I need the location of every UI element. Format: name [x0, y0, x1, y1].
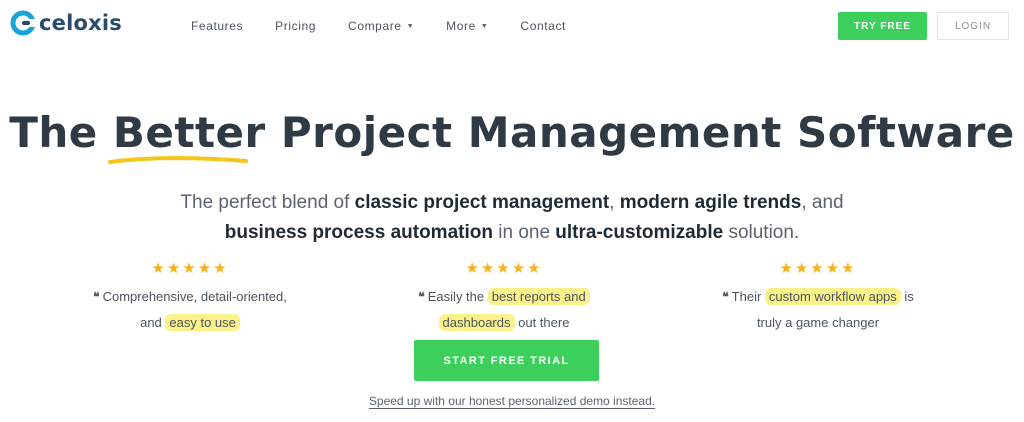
nav-item-label: Features — [191, 19, 244, 33]
star-rating-icon: ★★★★★ — [151, 260, 229, 277]
nav-item-label: Contact — [520, 19, 566, 33]
review-line: ❝ Comprehensive, detail-oriented, — [70, 284, 310, 310]
star-rating-icon: ★★★★★ — [779, 260, 857, 277]
quote-icon: ❝ — [722, 290, 729, 304]
brand-name: celoxis — [39, 11, 122, 35]
celoxis-logo[interactable]: celoxis — [10, 10, 122, 36]
review-text: Their — [731, 289, 765, 304]
review-text: and — [140, 315, 166, 330]
try-free-button[interactable]: TRY FREE — [838, 12, 927, 40]
page-title: The Better Project Management Software — [0, 108, 1024, 164]
review-text: is — [900, 289, 914, 304]
review-card: ★★★★★ ❝ Easily the best reports and dashboa… — [384, 260, 624, 335]
review-text: truly a game changer — [756, 315, 880, 330]
subtitle-line-1: The perfect blend of classic project man… — [0, 188, 1024, 218]
review-line: dashboards out there — [384, 310, 624, 335]
review-text: Comprehensive, detail-oriented, — [102, 289, 287, 304]
nav-item-pricing[interactable]: Pricing — [275, 19, 316, 33]
chevron-down-icon: ▼ — [406, 22, 415, 30]
review-line: truly a game changer — [698, 310, 938, 335]
review-card: ★★★★★ ❝ Their custom workflow apps is truly… — [698, 260, 938, 335]
start-free-trial-button[interactable]: START FREE TRIAL — [414, 340, 599, 381]
celoxis-logo-icon — [10, 10, 36, 36]
nav-item-contact[interactable]: Contact — [520, 19, 566, 33]
hero-subtitle: The perfect blend of classic project man… — [0, 188, 1024, 248]
chevron-down-icon: ▼ — [480, 22, 489, 30]
quote-icon: ❝ — [93, 290, 100, 304]
star-rating-icon: ★★★★★ — [465, 260, 543, 277]
title-emphasis: Better — [107, 108, 266, 164]
nav-item-label: Pricing — [275, 19, 317, 33]
login-button[interactable]: LOGIN — [937, 12, 1009, 40]
review-highlight: custom workflow apps — [764, 288, 901, 305]
title-emphasis-text: Better — [112, 108, 266, 157]
subtitle-bold: modern agile trends — [619, 192, 802, 213]
title-prefix: The — [9, 108, 113, 157]
title-suffix: Project Management Software — [265, 108, 1015, 157]
subtitle-bold: ultra-customizable — [555, 222, 724, 243]
nav-item-more[interactable]: More ▼ — [446, 19, 488, 33]
subtitle-line-2: business process automation in one ultra… — [0, 218, 1024, 248]
subtitle-text: solution. — [723, 222, 800, 243]
review-text: out there — [514, 315, 570, 330]
subtitle-text: , and — [801, 192, 844, 213]
review-highlight: dashboards — [438, 314, 515, 331]
subtitle-bold: business process automation — [224, 222, 493, 243]
subtitle-bold: classic project management — [354, 192, 610, 213]
subtitle-text: , — [609, 192, 620, 213]
review-text: Easily the — [427, 289, 488, 304]
personalized-demo-link[interactable]: Speed up with our honest personalized de… — [369, 394, 655, 408]
squiggle-underline-icon — [107, 156, 248, 164]
review-card: ★★★★★ ❝ Comprehensive, detail-oriented, and… — [70, 260, 310, 335]
main-menu: Features Pricing Compare ▼ More ▼ Contact — [191, 19, 566, 33]
subtitle-text: in one — [492, 222, 556, 243]
review-line: ❝ Easily the best reports and — [384, 284, 624, 310]
demo-link-wrapper: Speed up with our honest personalized de… — [0, 394, 1024, 408]
quote-icon: ❝ — [418, 290, 425, 304]
subtitle-text: The perfect blend of — [180, 192, 355, 213]
nav-item-label: More — [446, 19, 476, 33]
review-line: ❝ Their custom workflow apps is — [698, 284, 938, 310]
nav-item-features[interactable]: Features — [191, 19, 243, 33]
review-highlight: easy to use — [165, 314, 240, 331]
review-highlight: best reports and — [487, 288, 590, 305]
nav-item-label: Compare — [348, 19, 402, 33]
review-line: and easy to use — [70, 310, 310, 335]
top-nav: celoxis Features Pricing Compare ▼ More ▼ Cont… — [0, 0, 1024, 54]
nav-item-compare[interactable]: Compare ▼ — [348, 19, 414, 33]
